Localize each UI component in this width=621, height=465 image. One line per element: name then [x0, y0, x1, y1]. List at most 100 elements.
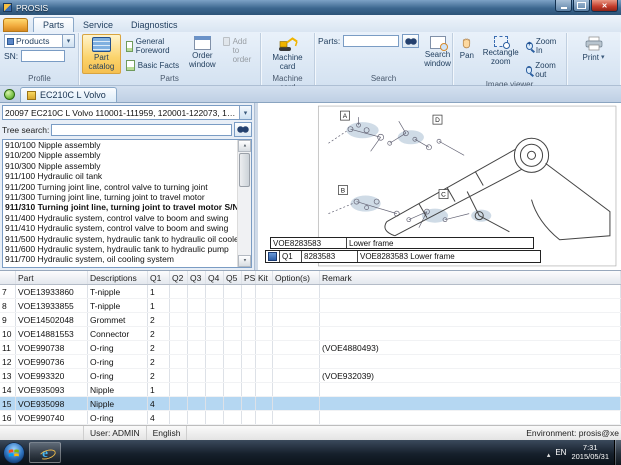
table-row[interactable]: 16 VOE990740 O-ring 4: [0, 411, 621, 425]
table-row[interactable]: 13 VOE993320 O-ring 2 (VOE932039): [0, 369, 621, 383]
part-cell: VOE14881553: [16, 327, 88, 340]
parts-search-label: Parts:: [318, 36, 341, 46]
model-selector[interactable]: 20097 EC210C L Volvo 110001-111959, 1200…: [2, 105, 252, 120]
general-foreword-button[interactable]: General Foreword: [124, 36, 184, 56]
scroll-down-icon[interactable]: [238, 255, 251, 267]
tree-search-row: Tree search:: [2, 122, 252, 137]
minimize-button[interactable]: [555, 0, 572, 12]
q1-cell: 4: [148, 397, 170, 410]
tree-search-button[interactable]: [234, 122, 252, 137]
table-row[interactable]: 12 VOE990736 O-ring 2: [0, 355, 621, 369]
tree-item[interactable]: 911/100 Hydraulic oil tank: [5, 171, 237, 181]
start-button[interactable]: [3, 441, 25, 464]
header-remark[interactable]: Remark: [320, 271, 621, 284]
parts-grid: Part Descriptions Q1 Q2 Q3 Q4 Q5 PS Kit …: [0, 270, 621, 425]
tree-item[interactable]: 911/200 Turning joint line, control valv…: [5, 182, 237, 192]
desc-cell: T-nipple: [88, 285, 148, 298]
tab-diagnostics[interactable]: Diagnostics: [122, 18, 187, 32]
tab-service[interactable]: Service: [74, 18, 122, 32]
title-bar[interactable]: PROSIS: [0, 0, 621, 15]
chevron-down-icon[interactable]: [62, 35, 74, 47]
header-q2[interactable]: Q2: [170, 271, 188, 284]
products-dropdown-label: Products: [16, 36, 50, 46]
part-cell: VOE993320: [16, 369, 88, 382]
maximize-button[interactable]: [573, 0, 590, 12]
row-number: 7: [0, 285, 16, 298]
remark-cell: [320, 299, 621, 312]
tree-item[interactable]: 911/700 Hydraulic system, oil cooling sy…: [5, 254, 237, 264]
show-desktop-button[interactable]: [614, 440, 621, 465]
scrollbar-thumb[interactable]: [239, 153, 250, 187]
machine-card-button[interactable]: Machine card: [265, 34, 311, 73]
header-options[interactable]: Option(s): [273, 271, 320, 284]
scroll-up-icon[interactable]: [238, 140, 251, 152]
search-window-icon: [429, 36, 448, 51]
table-row-selected[interactable]: 15 VOE935098 Nipple 4: [0, 397, 621, 411]
table-row[interactable]: 8 VOE13933855 T-nipple 1: [0, 299, 621, 313]
application-menu-button[interactable]: [3, 18, 28, 32]
application-window: PROSIS Parts Service Diagnostics Product…: [0, 0, 621, 465]
document-icon: [125, 60, 135, 71]
tooltip-part-name: Lower frame: [349, 238, 394, 248]
zoom-out-button[interactable]: Zoom out: [524, 60, 563, 80]
table-row[interactable]: 7 VOE13933860 T-nipple 1: [0, 285, 621, 299]
basic-facts-button[interactable]: Basic Facts: [124, 59, 184, 72]
tree-scrollbar[interactable]: [237, 140, 251, 267]
header-ps[interactable]: PS: [242, 271, 256, 284]
pan-button[interactable]: Pan: [456, 34, 478, 63]
q1-cell: 2: [148, 327, 170, 340]
nav-home-icon[interactable]: [4, 89, 15, 100]
add-to-order-button[interactable]: Add to order: [221, 34, 257, 65]
group-label-search: Search: [370, 74, 397, 83]
tree-item[interactable]: 911/500 Hydraulic system, hydraulic tank…: [5, 234, 237, 244]
tree-search-input[interactable]: [51, 123, 232, 136]
header-descriptions[interactable]: Descriptions: [88, 271, 148, 284]
header-rownum[interactable]: [0, 271, 16, 284]
table-row[interactable]: 10 VOE14881553 Connector 2: [0, 327, 621, 341]
close-button[interactable]: [591, 0, 618, 12]
tree-item[interactable]: 911/300 Turning joint line, turning join…: [5, 192, 237, 202]
tooltip-description: VOE8283583 Lower frame: [360, 252, 455, 261]
part-tooltip-row[interactable]: Q1 8283583 VOE8283583 Lower frame: [265, 250, 541, 263]
tree-item[interactable]: 911/600 Hydraulic system, hydraulic tank…: [5, 244, 237, 254]
image-viewer[interactable]: A D B C VOE8283583 Lower frame Q1 828358…: [258, 103, 621, 270]
table-row[interactable]: 9 VOE14502048 Grommet 2: [0, 313, 621, 327]
part-catalog-button[interactable]: Part catalog: [82, 34, 121, 74]
chevron-down-icon[interactable]: [239, 106, 251, 119]
header-q3[interactable]: Q3: [188, 271, 206, 284]
doc-tab-ec210c[interactable]: EC210C L Volvo: [20, 87, 117, 102]
group-profile: Products SN: Profile: [1, 33, 79, 85]
tray-language-indicator[interactable]: EN: [555, 448, 566, 457]
header-q5[interactable]: Q5: [224, 271, 242, 284]
parts-search-go-button[interactable]: [402, 34, 420, 48]
part-cell: VOE990740: [16, 411, 88, 424]
tooltip-qty-col: Q1: [280, 251, 302, 262]
group-search: Parts: Search window Search: [315, 33, 453, 85]
zoom-in-button[interactable]: Zoom In: [524, 36, 563, 56]
tree-item[interactable]: 910/100 Nipple assembly: [5, 140, 237, 150]
tree-item[interactable]: 910/300 Nipple assembly: [5, 161, 237, 171]
tab-parts[interactable]: Parts: [33, 17, 75, 32]
header-q4[interactable]: Q4: [206, 271, 224, 284]
tree-item-selected[interactable]: 911/310 Turning joint line, turning join…: [5, 202, 237, 212]
table-row[interactable]: 11 VOE990738 O-ring 2 (VOE4880493): [0, 341, 621, 355]
sn-input[interactable]: [21, 50, 66, 62]
products-dropdown[interactable]: Products: [4, 34, 75, 48]
print-button[interactable]: Print: [575, 34, 613, 65]
table-row[interactable]: 14 VOE935093 Nipple 1: [0, 383, 621, 397]
tray-clock[interactable]: 7:31 2015/05/31: [571, 443, 609, 461]
header-q1[interactable]: Q1: [148, 271, 170, 284]
header-part[interactable]: Part: [16, 271, 88, 284]
ie-taskbar-button[interactable]: e: [29, 442, 61, 463]
pan-label: Pan: [459, 51, 474, 60]
tray-overflow-icon[interactable]: [547, 444, 551, 462]
rectangle-zoom-button[interactable]: Rectangle zoom: [481, 34, 521, 68]
order-window-button[interactable]: Order window: [187, 34, 218, 71]
tree-item[interactable]: 911/400 Hydraulic system, control valve …: [5, 213, 237, 223]
parts-search-input[interactable]: [343, 35, 400, 47]
part-cell: VOE990736: [16, 355, 88, 368]
tree-item[interactable]: 911/410 Hydraulic system, control valve …: [5, 223, 237, 233]
header-kit[interactable]: Kit: [256, 271, 273, 284]
search-window-button[interactable]: Search window: [422, 34, 453, 70]
tree-item[interactable]: 910/200 Nipple assembly: [5, 150, 237, 160]
